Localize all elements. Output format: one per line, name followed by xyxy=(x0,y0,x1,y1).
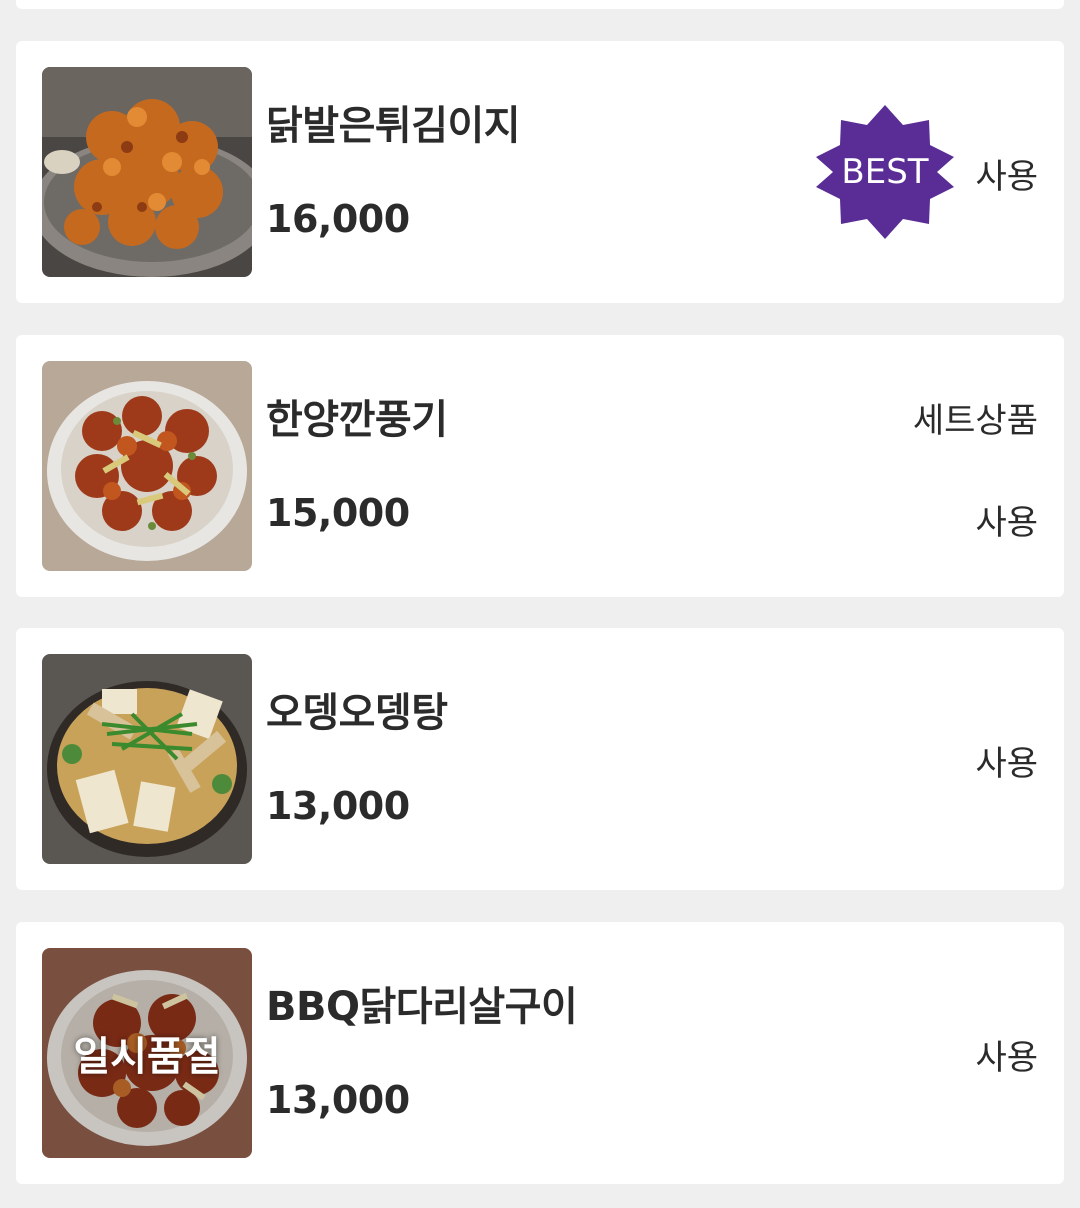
set-product-label: 세트상품 xyxy=(912,401,1038,441)
sold-out-overlay: 일시품절 xyxy=(42,948,252,1158)
menu-item-status[interactable]: 사용 xyxy=(975,1030,1038,1079)
menu-item-name: 한양깐풍기 xyxy=(266,397,448,443)
menu-item-name: 닭발은튀김이지 xyxy=(266,103,521,149)
menu-item-card[interactable]: 오뎅오뎅탕 13,000 사용 xyxy=(16,628,1064,890)
food-image xyxy=(42,67,252,277)
menu-item-name: BBQ닭다리살구이 xyxy=(266,984,578,1030)
menu-item-status[interactable]: 사용 xyxy=(975,736,1038,785)
menu-item-card[interactable]: 닭발은튀김이지 16,000 BEST 사용 xyxy=(16,41,1064,303)
menu-item-price: 13,000 xyxy=(266,784,410,828)
menu-item-card[interactable]: 한양깐풍기 15,000 세트상품 사용 xyxy=(16,335,1064,597)
previous-card-edge xyxy=(16,0,1064,9)
menu-item-price: 16,000 xyxy=(266,197,410,241)
menu-item-status[interactable]: 사용 xyxy=(975,149,1038,198)
food-image xyxy=(42,361,252,571)
menu-item-card[interactable]: 일시품절 BBQ닭다리살구이 13,000 사용 xyxy=(16,922,1064,1184)
best-badge: BEST xyxy=(816,105,954,239)
best-badge-label: BEST xyxy=(841,152,928,192)
menu-item-name: 오뎅오뎅탕 xyxy=(266,690,448,736)
menu-item-price: 15,000 xyxy=(266,491,410,535)
menu-item-price: 13,000 xyxy=(266,1078,410,1122)
food-image: 일시품절 xyxy=(42,948,252,1158)
food-image xyxy=(42,654,252,864)
menu-item-status[interactable]: 사용 xyxy=(975,495,1038,544)
